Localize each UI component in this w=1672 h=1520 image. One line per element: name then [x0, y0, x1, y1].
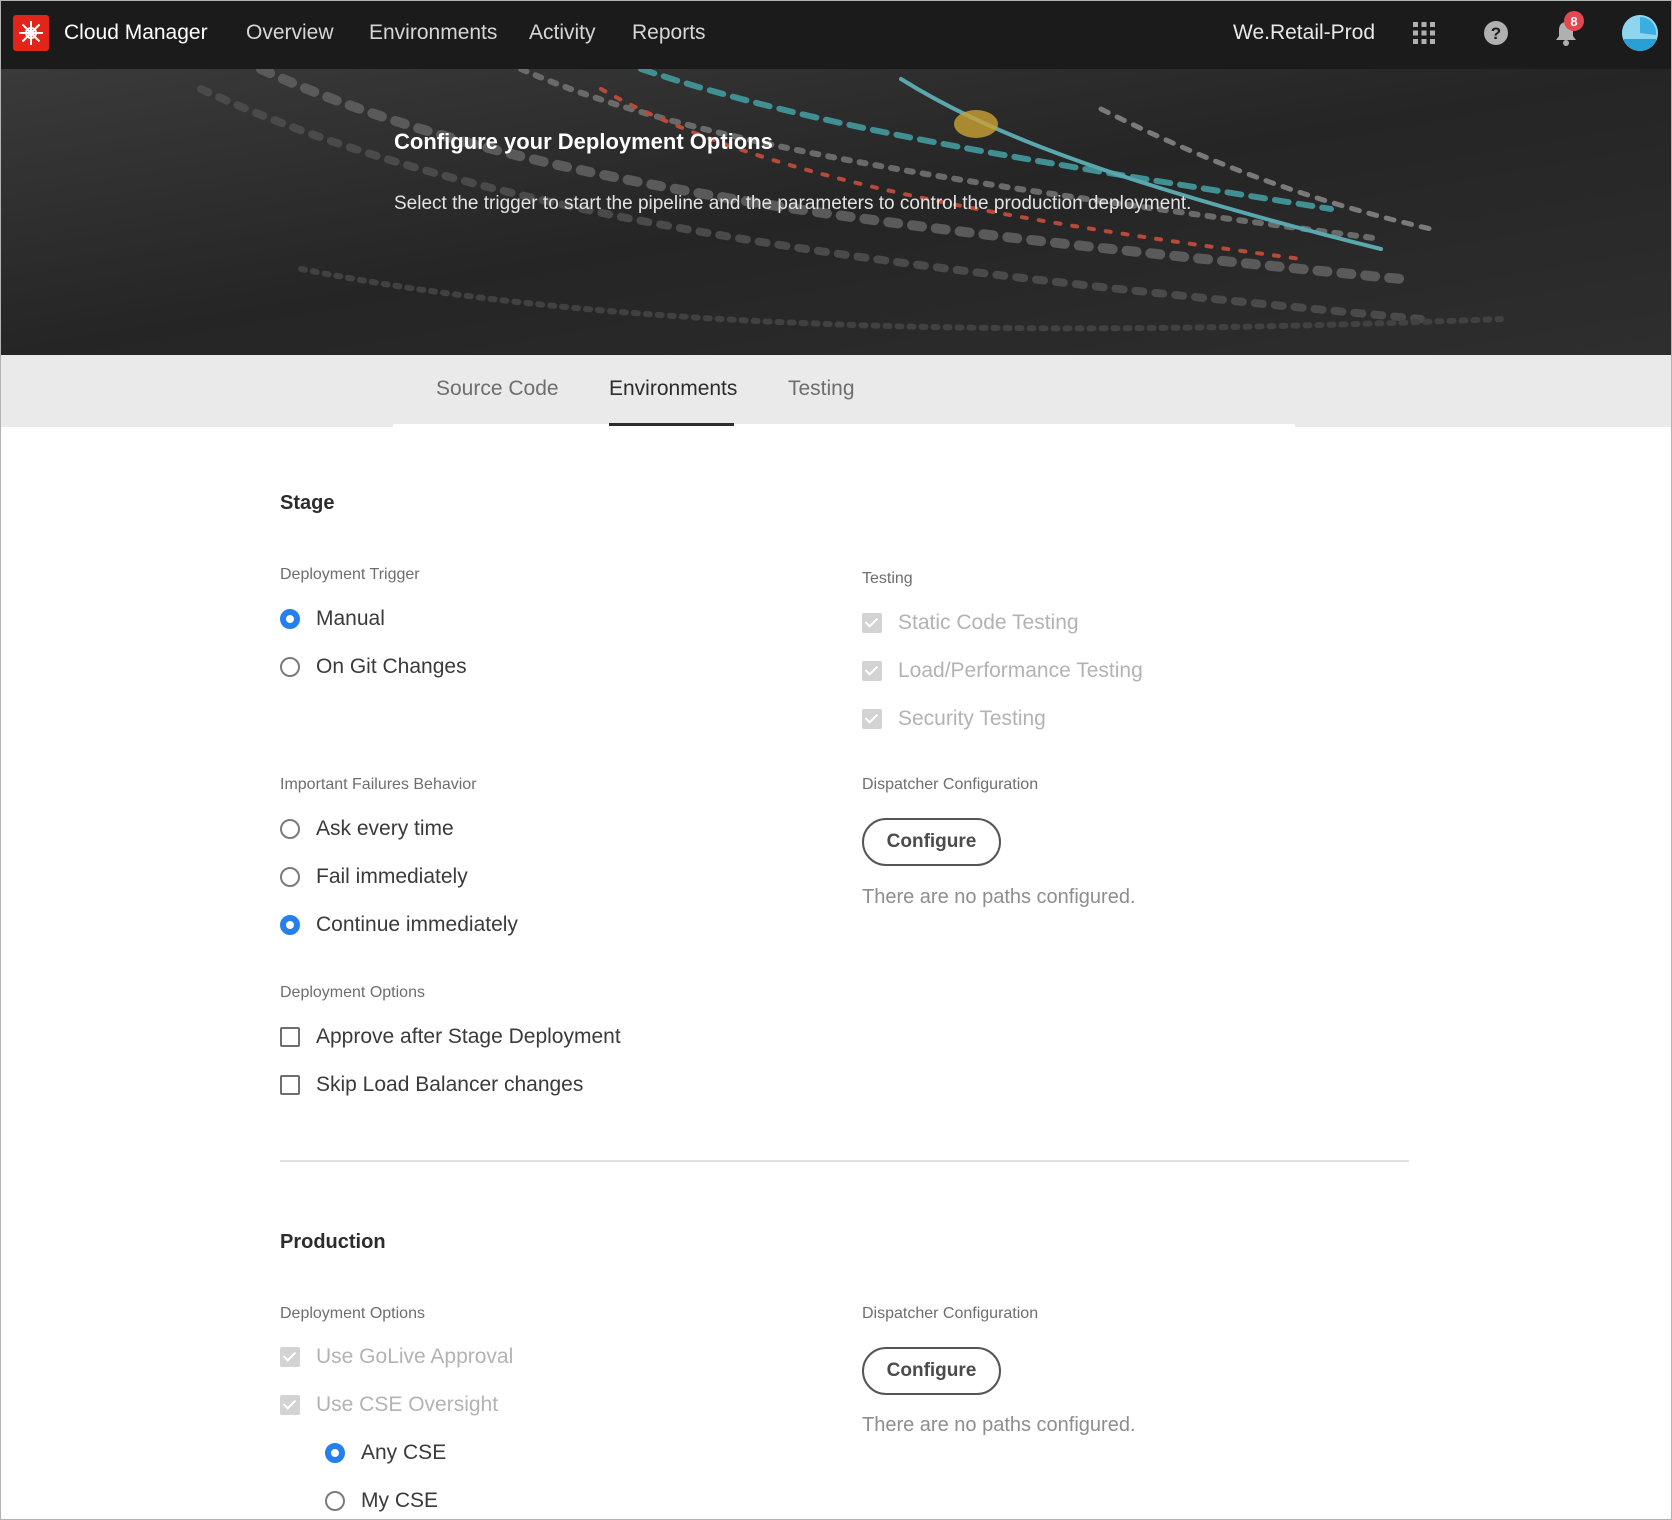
active-tab-indicator	[609, 423, 734, 426]
deployment-trigger-label: Deployment Trigger	[280, 566, 420, 583]
checkbox-label: Use CSE Oversight	[316, 1393, 499, 1416]
page-subtitle: Select the trigger to start the pipeline…	[394, 193, 1192, 214]
radio-button[interactable]	[280, 867, 300, 887]
production-dispatcher-configuration-label: Dispatcher Configuration	[862, 1305, 1039, 1322]
checkbox-checked-disabled[interactable]	[862, 661, 882, 681]
no-paths-message: There are no paths configured.	[862, 886, 1136, 908]
nav-overview[interactable]: Overview	[246, 21, 334, 45]
stage-section-title: Stage	[280, 492, 335, 514]
radio-label: Any CSE	[361, 1441, 447, 1464]
radio-label: Continue immediately	[316, 913, 518, 936]
checkbox-label: Security Testing	[898, 707, 1046, 730]
radio-ask-every-time[interactable]: Ask every time	[280, 814, 454, 844]
tab-bar-baseline	[393, 424, 1295, 427]
section-divider	[280, 1160, 1409, 1162]
radio-fail-immediately[interactable]: Fail immediately	[280, 862, 468, 892]
checkbox-load-performance-testing[interactable]: Load/Performance Testing	[862, 656, 1143, 686]
production-section-title: Production	[280, 1231, 386, 1253]
checkbox-label: Load/Performance Testing	[898, 659, 1143, 682]
checkbox-skip-load-balancer[interactable]: Skip Load Balancer changes	[280, 1070, 583, 1100]
checkbox-label: Skip Load Balancer changes	[316, 1073, 584, 1096]
page-title: Configure your Deployment Options	[394, 129, 773, 154]
svg-text:?: ?	[1491, 24, 1501, 43]
radio-button[interactable]	[280, 657, 300, 677]
radio-my-cse[interactable]: My CSE	[325, 1486, 438, 1516]
radio-label: Ask every time	[316, 817, 454, 840]
radio-button-selected[interactable]	[280, 915, 300, 935]
checkbox-checked-disabled[interactable]	[862, 709, 882, 729]
radio-button-selected[interactable]	[280, 609, 300, 629]
radio-button[interactable]	[325, 1491, 345, 1511]
checkbox-label: Static Code Testing	[898, 611, 1079, 634]
notification-badge: 8	[1564, 11, 1584, 31]
app-window: Cloud Manager Overview Environments Acti…	[0, 0, 1672, 1520]
configure-dispatcher-button[interactable]: Configure	[862, 818, 1001, 866]
deployment-options-label: Deployment Options	[280, 984, 425, 1001]
nav-activity[interactable]: Activity	[529, 21, 596, 45]
checkbox[interactable]	[280, 1027, 300, 1047]
app-switcher-icon[interactable]	[1406, 15, 1442, 51]
radio-manual[interactable]: Manual	[280, 604, 385, 634]
tab-bar: Source Code Environments Testing	[1, 355, 1671, 427]
org-switcher[interactable]: We.Retail-Prod	[1233, 21, 1375, 45]
app-title[interactable]: Cloud Manager	[64, 21, 208, 45]
configure-production-dispatcher-button[interactable]: Configure	[862, 1347, 1001, 1395]
avatar[interactable]	[1622, 15, 1658, 51]
checkbox-use-cse-oversight[interactable]: Use CSE Oversight	[280, 1390, 498, 1420]
radio-label: Manual	[316, 607, 385, 630]
checkbox-label: Use GoLive Approval	[316, 1345, 514, 1368]
radio-on-git-changes[interactable]: On Git Changes	[280, 652, 467, 682]
checkbox-static-code-testing[interactable]: Static Code Testing	[862, 608, 1079, 638]
radio-button[interactable]	[280, 819, 300, 839]
radio-continue-immediately[interactable]: Continue immediately	[280, 910, 518, 940]
nav-reports[interactable]: Reports	[632, 21, 706, 45]
tab-source-code[interactable]: Source Code	[436, 377, 559, 401]
radio-label: My CSE	[361, 1489, 439, 1512]
radio-button-selected[interactable]	[325, 1443, 345, 1463]
checkbox-checked-disabled[interactable]	[280, 1395, 300, 1415]
production-no-paths-message: There are no paths configured.	[862, 1414, 1136, 1436]
checkbox-security-testing[interactable]: Security Testing	[862, 704, 1046, 734]
radio-any-cse[interactable]: Any CSE	[325, 1438, 446, 1468]
top-navigation-bar: Cloud Manager Overview Environments Acti…	[1, 1, 1671, 69]
checkbox-use-golive-approval[interactable]: Use GoLive Approval	[280, 1342, 513, 1372]
failures-behavior-label: Important Failures Behavior	[280, 776, 477, 793]
checkbox[interactable]	[280, 1075, 300, 1095]
nav-environments[interactable]: Environments	[369, 21, 497, 45]
checkbox-approve-after-stage[interactable]: Approve after Stage Deployment	[280, 1022, 621, 1052]
hero-banner: Configure your Deployment Options Select…	[1, 69, 1671, 355]
checkbox-checked-disabled[interactable]	[280, 1347, 300, 1367]
tab-testing[interactable]: Testing	[788, 377, 855, 401]
checkbox-checked-disabled[interactable]	[862, 613, 882, 633]
testing-label: Testing	[862, 570, 913, 587]
adobe-logo-icon[interactable]	[13, 15, 49, 51]
radio-label: Fail immediately	[316, 865, 468, 888]
checkbox-label: Approve after Stage Deployment	[316, 1025, 621, 1048]
help-icon[interactable]: ?	[1478, 15, 1514, 51]
tab-environments[interactable]: Environments	[609, 377, 737, 401]
production-deployment-options-label: Deployment Options	[280, 1305, 425, 1322]
dispatcher-configuration-label: Dispatcher Configuration	[862, 776, 1039, 793]
radio-label: On Git Changes	[316, 655, 467, 678]
